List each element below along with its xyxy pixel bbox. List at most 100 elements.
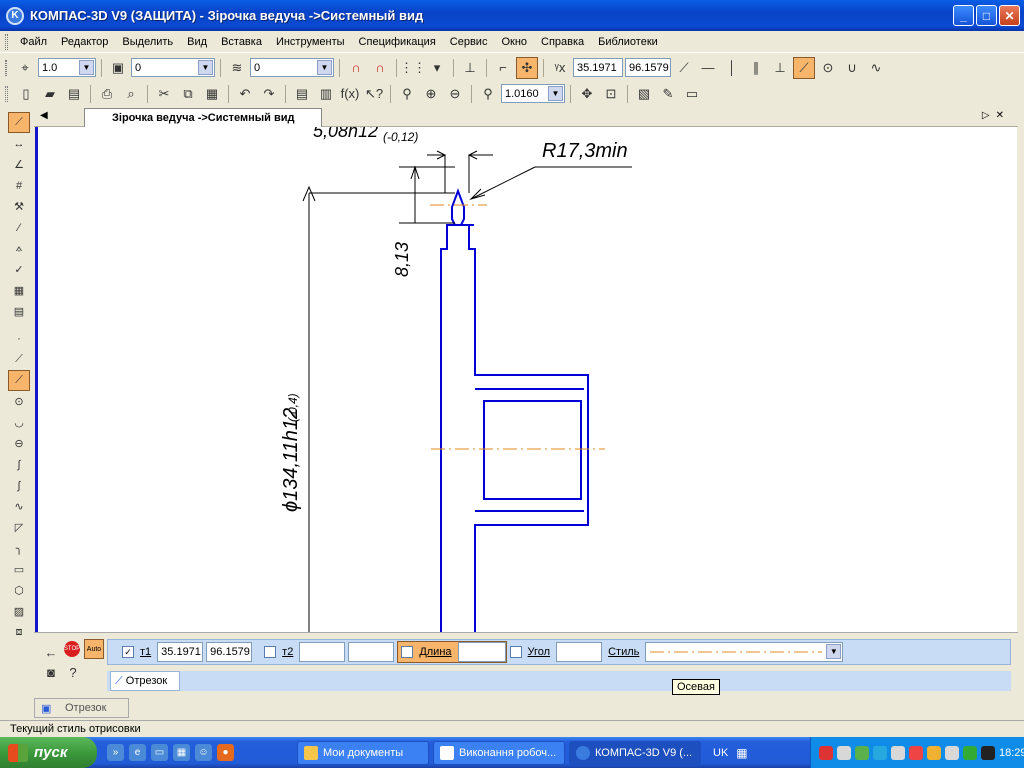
new-document-icon[interactable]: ▯ <box>15 83 37 105</box>
show-all-icon[interactable]: ⊡ <box>600 83 622 105</box>
quicklaunch-arrow-icon[interactable]: » <box>107 744 124 761</box>
task-my-documents[interactable]: Мои документы <box>297 740 429 765</box>
tray-app-icon[interactable] <box>837 745 851 760</box>
layers-icon[interactable]: ≋ <box>226 57 248 79</box>
firefox-icon[interactable]: ● <box>217 744 234 761</box>
circle-tool-icon[interactable]: ⊙ <box>8 391 30 412</box>
menu-service[interactable]: Сервис <box>443 36 495 48</box>
associative-views-icon[interactable]: ✓ <box>8 259 30 280</box>
local-cs-icon[interactable]: ⊥ <box>459 57 481 79</box>
ortho-icon[interactable]: ⌐ <box>492 57 514 79</box>
designations-panel-icon[interactable]: ∠ <box>8 154 30 175</box>
brush-icon[interactable]: ✎ <box>657 83 679 105</box>
task-word-document[interactable]: Виконання робоч... <box>433 740 565 765</box>
network-icon[interactable] <box>855 745 869 760</box>
nurbs-tool-icon[interactable]: ∫ <box>8 475 30 496</box>
view-combo[interactable]: 0 ▼ <box>131 58 215 77</box>
zoom-scale-icon[interactable]: ⚲ <box>477 83 499 105</box>
segment-tool-icon[interactable]: ⟋ <box>673 57 695 79</box>
line-segment-icon[interactable]: ⟋ <box>793 56 815 79</box>
kaspersky-icon[interactable] <box>819 745 833 760</box>
close-button[interactable]: ✕ <box>999 5 1020 26</box>
drawing-canvas[interactable]: 5,08h12 (-0,12) R17,3min 8,13 ϕ134,11h12… <box>35 127 1017 632</box>
camera-icon[interactable]: ◙ <box>40 661 62 683</box>
zoom-in-icon[interactable]: ⊕ <box>420 83 442 105</box>
segment-tool-icon[interactable]: ⟋ <box>8 370 30 391</box>
menu-editor[interactable]: Редактор <box>54 36 115 48</box>
tab-segment[interactable]: ⟋ Отрезок <box>110 671 180 691</box>
t2-check[interactable] <box>264 646 277 658</box>
cut-icon[interactable]: ✂ <box>153 83 175 105</box>
bezier-tool-icon[interactable]: ∫ <box>8 454 30 475</box>
parallel-line-icon[interactable]: ∥ <box>745 57 767 79</box>
chevron-down-icon[interactable]: ▼ <box>826 644 842 659</box>
toolbar-grip[interactable] <box>5 59 7 76</box>
messenger-icon[interactable]: ☺ <box>195 744 212 761</box>
chevron-down-icon[interactable]: ▼ <box>198 60 213 75</box>
chevron-down-icon[interactable]: ▼ <box>317 60 332 75</box>
perpendicular-icon[interactable]: ⊥ <box>769 57 791 79</box>
menu-libraries[interactable]: Библиотеки <box>591 36 665 48</box>
step-combo[interactable]: 1.0 ▼ <box>38 58 96 77</box>
parametrization-panel-icon[interactable]: ⚒ <box>8 196 30 217</box>
menu-window[interactable]: Окно <box>494 36 534 48</box>
equidistant-tool-icon[interactable]: ⧈ <box>8 622 30 643</box>
variables-icon[interactable]: f(x) <box>339 83 361 105</box>
menu-specification[interactable]: Спецификация <box>352 36 443 48</box>
volume-icon[interactable] <box>945 745 959 760</box>
undo-icon[interactable]: ↶ <box>234 83 256 105</box>
menu-grip[interactable] <box>5 33 8 50</box>
show-desktop-icon[interactable]: ▭ <box>151 744 168 761</box>
local-snap-icon[interactable]: ∩ <box>369 57 391 79</box>
line-style-combo[interactable]: ▼ <box>645 642 844 662</box>
snap-magnet-icon[interactable]: ∩ <box>345 57 367 79</box>
horizontal-line-icon[interactable]: — <box>697 57 719 79</box>
menu-select[interactable]: Выделить <box>115 36 180 48</box>
print-preview-icon[interactable]: ⌕ <box>120 83 142 105</box>
screen-icon[interactable]: ▭ <box>681 83 703 105</box>
arc-icon[interactable]: ∪ <box>841 57 863 79</box>
copy-icon[interactable]: ⧉ <box>177 83 199 105</box>
geometry-panel-icon[interactable]: ⟋ <box>8 112 30 133</box>
ie-icon[interactable]: e <box>129 744 146 761</box>
stop-icon[interactable]: STOP <box>64 641 80 657</box>
t1-check[interactable]: ✓ <box>122 646 134 658</box>
skype-icon[interactable] <box>873 745 887 760</box>
battery-icon[interactable] <box>963 745 977 760</box>
task-kompas[interactable]: КОМПАС-3D V9 (... <box>569 740 701 765</box>
title-bar[interactable]: K КОМПАС-3D V9 (ЗАЩИТА) - Зірочка ведуча… <box>0 0 1024 31</box>
tab-document[interactable]: Зірочка ведуча ->Системный вид <box>84 108 322 127</box>
menu-insert[interactable]: Вставка <box>214 36 269 48</box>
menu-help[interactable]: Справка <box>534 36 591 48</box>
tab-menu-icons[interactable]: ▷✕ <box>982 110 1010 121</box>
angle-check[interactable] <box>509 646 522 658</box>
spec-panel-icon[interactable]: ▦ <box>8 280 30 301</box>
tray-shield-icon[interactable] <box>891 745 905 760</box>
grid-icon[interactable]: ⋮⋮ <box>400 57 426 79</box>
keyboard-icon[interactable]: ▦ <box>736 746 747 760</box>
ellipse-tool-icon[interactable]: ⊖ <box>8 433 30 454</box>
t1-x-field[interactable]: 35.1971 <box>157 642 204 662</box>
dimensions-panel-icon[interactable]: ↔ <box>8 133 30 154</box>
help-pointer-icon[interactable]: ↖? <box>363 83 385 105</box>
length-group[interactable]: Длина <box>397 641 507 663</box>
library-manager-icon[interactable]: ▥ <box>315 83 337 105</box>
cursor-coords-icon[interactable]: ✣ <box>516 56 538 79</box>
properties-icon[interactable]: ▤ <box>291 83 313 105</box>
fillet-tool-icon[interactable]: ╮ <box>8 538 30 559</box>
rectangle-tool-icon[interactable]: ▭ <box>8 559 30 580</box>
menu-file[interactable]: Файл <box>13 36 54 48</box>
cursor-step-icon[interactable]: ⌖ <box>14 57 36 79</box>
auto-create-icon[interactable]: Auto <box>84 639 104 659</box>
spline-icon[interactable]: ∿ <box>865 57 887 79</box>
paste-icon[interactable]: ▦ <box>201 83 223 105</box>
polyline-tool-icon[interactable]: ∿ <box>8 496 30 517</box>
chamfer-tool-icon[interactable]: ◸ <box>8 517 30 538</box>
t2-x-field[interactable] <box>299 642 346 662</box>
vertical-line-icon[interactable]: │ <box>721 57 743 79</box>
zoom-combo[interactable]: 1.0160 ▼ <box>501 84 565 103</box>
redo-icon[interactable]: ↷ <box>258 83 280 105</box>
grid-options-icon[interactable]: ▾ <box>426 57 448 79</box>
hatch-tool-icon[interactable]: ▨ <box>8 601 30 622</box>
bottom-segment-tab[interactable]: ▣ Отрезок <box>34 698 129 718</box>
